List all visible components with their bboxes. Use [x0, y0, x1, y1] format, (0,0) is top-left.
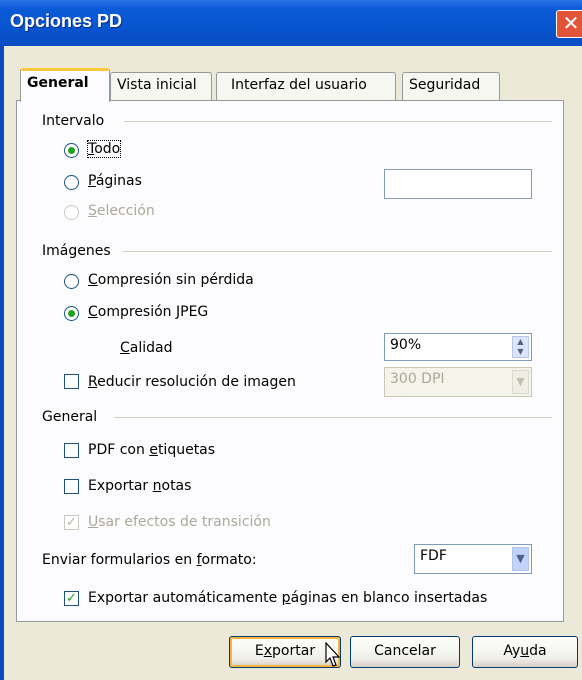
ayuda-button[interactable]: Ayuda [472, 636, 578, 668]
checkbox-exportar-blancas-label[interactable]: Exportar automáticamente páginas en blan… [88, 590, 487, 606]
radio-compresion-jpeg[interactable] [64, 306, 79, 321]
calidad-value: 90% [390, 337, 422, 353]
general-group-label: General [42, 409, 98, 425]
checkbox-efectos-transicion-label: Usar efectos de transición [88, 514, 271, 530]
window-border [0, 46, 4, 680]
checkbox-exportar-notas-label[interactable]: Exportar notas [88, 478, 191, 494]
calidad-spinbox[interactable]: 90% ▲ ▼ [384, 333, 532, 361]
radio-compresion-sin-perdida[interactable] [64, 274, 79, 289]
cancelar-button[interactable]: Cancelar [350, 636, 460, 668]
checkbox-pdf-etiquetas[interactable] [64, 443, 79, 458]
formato-label: Enviar formularios en formato: [42, 552, 257, 568]
radio-compresion-jpeg-label[interactable]: Compresión JPEG [88, 304, 208, 320]
checkbox-reducir-resolucion-label[interactable]: Reducir resolución de imagen [88, 374, 296, 390]
checkbox-exportar-blancas[interactable]: ✓ [64, 591, 79, 606]
checkbox-exportar-notas[interactable] [64, 479, 79, 494]
intervalo-divider [124, 121, 552, 122]
formato-value: FDF [420, 548, 447, 564]
close-button[interactable]: ✕ [556, 10, 582, 38]
radio-compresion-sin-perdida-label[interactable]: Compresión sin pérdida [88, 272, 254, 288]
dpi-select: 300 DPI ▼ [384, 367, 532, 397]
radio-seleccion [64, 205, 79, 220]
tab-interfaz-del-usuario[interactable]: Interfaz del usuario [216, 72, 396, 100]
calidad-label: Calidad [120, 340, 173, 356]
spin-arrows-icon[interactable]: ▲ ▼ [512, 336, 529, 358]
checkbox-efectos-transicion: ✓ [64, 515, 79, 530]
paginas-input[interactable] [384, 169, 532, 199]
radio-seleccion-label: Selección [88, 203, 155, 219]
intervalo-group-label: Intervalo [42, 113, 105, 129]
dpi-value: 300 DPI [390, 371, 445, 387]
formato-select[interactable]: FDF ▼ [414, 544, 532, 574]
checkbox-pdf-etiquetas-label[interactable]: PDF con etiquetas [88, 442, 215, 458]
radio-paginas-label[interactable]: Páginas [88, 173, 142, 189]
tab-seguridad[interactable]: Seguridad [402, 72, 500, 100]
mouse-pointer-icon [325, 642, 341, 667]
radio-todo[interactable] [64, 143, 79, 158]
chevron-down-icon[interactable]: ▼ [512, 547, 529, 571]
window-title: Opciones PD [10, 11, 123, 31]
imagenes-divider [122, 251, 552, 252]
tab-vista-inicial[interactable]: Vista inicial [110, 72, 212, 100]
radio-paginas[interactable] [64, 175, 79, 190]
radio-todo-label[interactable]: Todo [86, 140, 122, 158]
title-bar[interactable]: Opciones PD ✕ [0, 0, 582, 46]
imagenes-group-label: Imágenes [42, 243, 111, 259]
tab-general[interactable]: General [20, 68, 110, 102]
checkbox-reducir-resolucion[interactable] [64, 374, 79, 389]
chevron-down-icon: ▼ [512, 370, 529, 394]
general-divider [114, 417, 552, 418]
